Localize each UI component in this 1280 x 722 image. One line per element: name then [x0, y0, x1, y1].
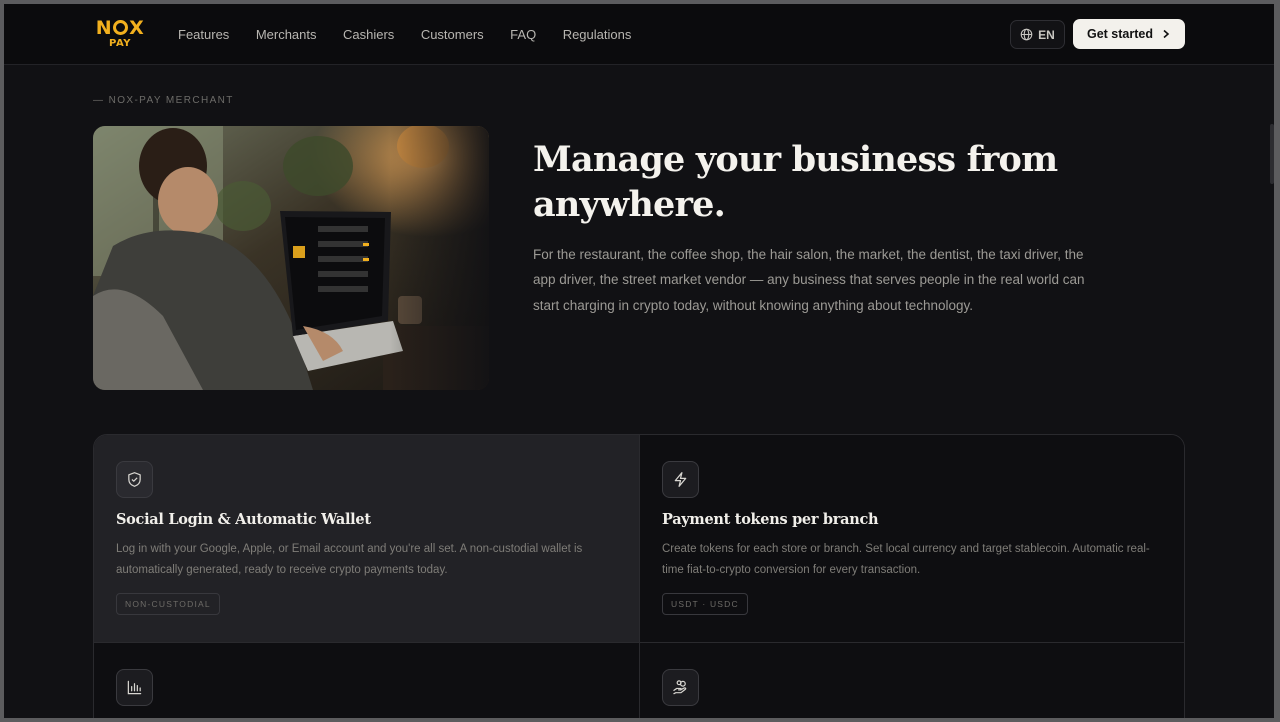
get-started-button[interactable]: Get started [1073, 19, 1185, 49]
feature-description: Create tokens for each store or branch. … [662, 543, 1150, 576]
hand-coins-icon [662, 669, 699, 706]
section-eyebrow: — NOX-PAY MERCHANT [93, 95, 234, 106]
feature-card-payments [639, 642, 1184, 718]
page-scrollbar[interactable] [1270, 124, 1274, 184]
language-selector[interactable]: EN [1010, 20, 1065, 49]
language-label: EN [1038, 27, 1055, 42]
nav-link-regulations[interactable]: Regulations [563, 27, 632, 43]
feature-card-analytics [94, 642, 639, 718]
feature-card-payment-tokens: Payment tokens per branch Create tokens … [639, 435, 1184, 642]
globe-icon [1020, 28, 1033, 41]
feature-card-social-login: Social Login & Automatic Wallet Log in w… [94, 435, 639, 642]
nav-link-merchants[interactable]: Merchants [256, 27, 317, 43]
nav-link-features[interactable]: Features [178, 27, 229, 43]
hero-image [93, 126, 489, 390]
nav-link-customers[interactable]: Customers [421, 27, 484, 43]
feature-tag: NON-CUSTODIAL [116, 593, 220, 615]
feature-title: Social Login & Automatic Wallet [116, 511, 371, 528]
lightning-icon [662, 461, 699, 498]
top-navigation: NX PAY Features Merchants Cashiers Custo… [4, 4, 1274, 65]
logo-wordmark: NX [95, 17, 145, 39]
hero-description: For the restaurant, the coffee shop, the… [533, 247, 1085, 313]
shield-check-icon [116, 461, 153, 498]
bar-chart-icon [116, 669, 153, 706]
nav-link-cashiers[interactable]: Cashiers [343, 27, 394, 43]
nav-link-faq[interactable]: FAQ [510, 27, 536, 43]
feature-title: Payment tokens per branch [662, 511, 879, 528]
hero-title: Manage your business from anywhere. [533, 139, 1058, 225]
get-started-label: Get started [1087, 27, 1153, 41]
feature-description: Log in with your Google, Apple, or Email… [116, 543, 583, 576]
nox-pay-logo[interactable]: NX PAY [92, 18, 148, 52]
chevron-right-icon [1163, 29, 1170, 39]
features-grid: Social Login & Automatic Wallet Log in w… [93, 434, 1185, 718]
browser-viewport: NX PAY Features Merchants Cashiers Custo… [4, 4, 1274, 718]
feature-tag: USDT · USDC [662, 593, 748, 615]
logo-subword: PAY [109, 38, 131, 49]
nav-links: Features Merchants Cashiers Customers FA… [178, 27, 658, 43]
